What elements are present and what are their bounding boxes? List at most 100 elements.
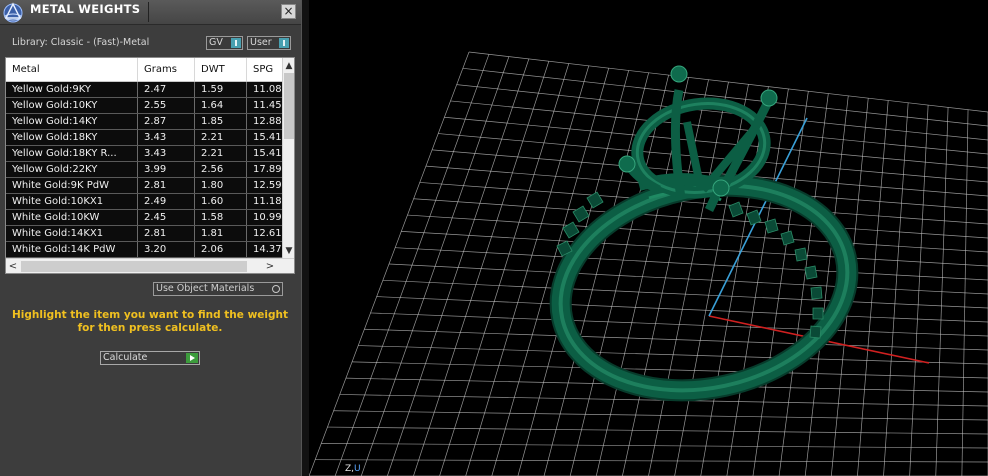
grid-line — [376, 296, 988, 323]
toggle-knob-icon — [231, 38, 241, 48]
cell-dwt: 2.21 — [195, 146, 247, 161]
scroll-left-icon[interactable]: < — [6, 259, 20, 273]
column-header-dwt[interactable]: DWT — [195, 58, 247, 81]
cell-metal: White Gold:14K PdW — [6, 242, 138, 257]
table-row[interactable]: Yellow Gold:22KY 3.99 2.56 17.89 — [6, 162, 282, 178]
calculate-label: Calculate — [103, 352, 148, 363]
3d-viewport[interactable]: Z,U — [309, 0, 988, 476]
cell-dwt: 2.21 — [195, 130, 247, 145]
cell-spg: 12.59 — [253, 180, 282, 191]
cell-metal: Yellow Gold:18KY — [6, 130, 138, 145]
table-row[interactable]: White Gold:10KW 2.45 1.58 10.99 — [6, 210, 282, 226]
table-row[interactable]: Yellow Gold:10KY 2.55 1.64 11.45 — [6, 98, 282, 114]
table-row[interactable]: Yellow Gold:9KY 2.47 1.59 11.08 — [6, 82, 282, 98]
use-object-materials-label: Use Object Materials — [156, 283, 255, 294]
cell-grams: 3.43 — [138, 130, 195, 145]
cell-grams: 3.99 — [138, 162, 195, 177]
cell-spg: 12.61 — [253, 228, 282, 239]
table-row[interactable]: White Gold:14K PdW 3.20 2.06 14.37 — [6, 242, 282, 258]
gv-toggle-label: GV — [209, 37, 223, 48]
cell-grams: 2.55 — [138, 98, 195, 113]
viewport-canvas[interactable] — [309, 0, 988, 476]
cell-grams: 3.20 — [138, 242, 195, 257]
use-object-materials-toggle[interactable]: Use Object Materials — [153, 282, 283, 296]
axis-label-z: Z, — [345, 464, 355, 474]
grid-line — [327, 426, 988, 435]
grid-line — [352, 361, 988, 379]
cell-metal: White Gold:9K PdW — [6, 178, 138, 193]
cell-dwt: 1.59 — [195, 82, 247, 97]
cell-spg: 15.41 — [253, 132, 282, 143]
gv-toggle[interactable]: GV — [206, 36, 243, 50]
title-separator — [148, 2, 149, 22]
table-row[interactable]: Yellow Gold:18KY 3.43 2.21 15.41 — [6, 130, 282, 146]
cell-grams: 3.43 — [138, 146, 195, 161]
table-body: Yellow Gold:9KY 2.47 1.59 11.08 Yellow Gold:… — [6, 82, 282, 258]
cell-grams: 2.45 — [138, 210, 195, 225]
column-header-spg[interactable]: SPG — [247, 58, 287, 81]
grid-line — [382, 279, 988, 309]
horizontal-scroll-thumb[interactable] — [21, 261, 247, 272]
cell-grams: 2.81 — [138, 178, 195, 193]
column-header-metal[interactable]: Metal — [6, 58, 138, 81]
cell-spg: 12.88 — [253, 116, 282, 127]
panel-divider[interactable] — [301, 0, 309, 476]
cell-dwt: 1.81 — [195, 226, 247, 241]
toggle-knob-icon — [279, 38, 289, 48]
cell-metal: Yellow Gold:14KY — [6, 114, 138, 129]
play-icon[interactable] — [186, 353, 198, 363]
vertical-scrollbar[interactable]: ▲ ▼ — [282, 58, 294, 258]
vertical-scroll-thumb[interactable] — [284, 73, 294, 139]
metal-weights-panel: METAL WEIGHTS × Library: Classic - (Fast… — [0, 0, 301, 476]
table-row[interactable]: White Gold:10KX1 2.49 1.60 11.18 — [6, 194, 282, 210]
user-toggle[interactable]: User — [247, 36, 291, 50]
cell-metal: Yellow Gold:9KY — [6, 82, 138, 97]
cell-metal: White Gold:10KW — [6, 210, 138, 225]
cell-dwt: 1.80 — [195, 178, 247, 193]
cell-spg: 11.08 — [253, 84, 282, 95]
cell-dwt: 1.60 — [195, 194, 247, 209]
cell-dwt: 2.06 — [195, 242, 247, 257]
cell-metal: Yellow Gold:22KY — [6, 162, 138, 177]
table-row[interactable]: Yellow Gold:18KY R... 3.43 2.21 15.41 — [6, 146, 282, 162]
title-bar: METAL WEIGHTS × — [0, 0, 301, 25]
close-icon[interactable]: × — [281, 4, 296, 19]
triangle-logo-icon — [3, 2, 23, 23]
cell-spg: 14.37 — [253, 244, 282, 255]
user-toggle-label: User — [250, 37, 272, 48]
scroll-right-icon[interactable]: > — [263, 259, 277, 273]
scroll-up-icon[interactable]: ▲ — [283, 59, 294, 73]
cell-spg: 11.45 — [253, 100, 282, 111]
cell-grams: 2.87 — [138, 114, 195, 129]
perspective-grid — [309, 51, 988, 476]
cell-grams: 2.49 — [138, 194, 195, 209]
axis-label-u: U — [354, 464, 361, 474]
cell-grams: 2.81 — [138, 226, 195, 241]
library-label: Library: Classic - (Fast)-Metal — [12, 37, 150, 48]
grid-line — [333, 410, 988, 421]
table-row[interactable]: White Gold:9K PdW 2.81 1.80 12.59 — [6, 178, 282, 194]
axis-indicator: Z,U — [345, 464, 361, 474]
grid-line — [700, 86, 769, 476]
instructions-text: Highlight the item you want to find the … — [12, 309, 288, 334]
cell-grams: 2.47 — [138, 82, 195, 97]
metal-weights-table: Metal Grams DWT SPG Yellow Gold:9KY 2.47 1… — [5, 57, 295, 274]
cell-spg: 10.99 — [253, 212, 282, 223]
calculate-button[interactable]: Calculate — [100, 351, 200, 365]
cell-dwt: 2.56 — [195, 162, 247, 177]
table-row[interactable]: White Gold:14KX1 2.81 1.81 12.61 — [6, 226, 282, 242]
table-row[interactable]: Yellow Gold:14KY 2.87 1.85 12.88 — [6, 114, 282, 130]
radio-circle-icon[interactable] — [272, 285, 280, 293]
panel-title: METAL WEIGHTS — [30, 2, 141, 16]
cell-spg: 11.18 — [253, 196, 282, 207]
cell-spg: 15.41 — [253, 148, 282, 159]
horizontal-scrollbar[interactable]: < > — [6, 258, 294, 273]
table-header: Metal Grams DWT SPG — [6, 58, 282, 82]
cell-dwt: 1.64 — [195, 98, 247, 113]
cell-metal: Yellow Gold:10KY — [6, 98, 138, 113]
cell-metal: White Gold:14KX1 — [6, 226, 138, 241]
grid-line — [388, 263, 988, 295]
column-header-grams[interactable]: Grams — [138, 58, 195, 81]
cell-spg: 17.89 — [253, 164, 282, 175]
scroll-down-icon[interactable]: ▼ — [283, 244, 294, 258]
